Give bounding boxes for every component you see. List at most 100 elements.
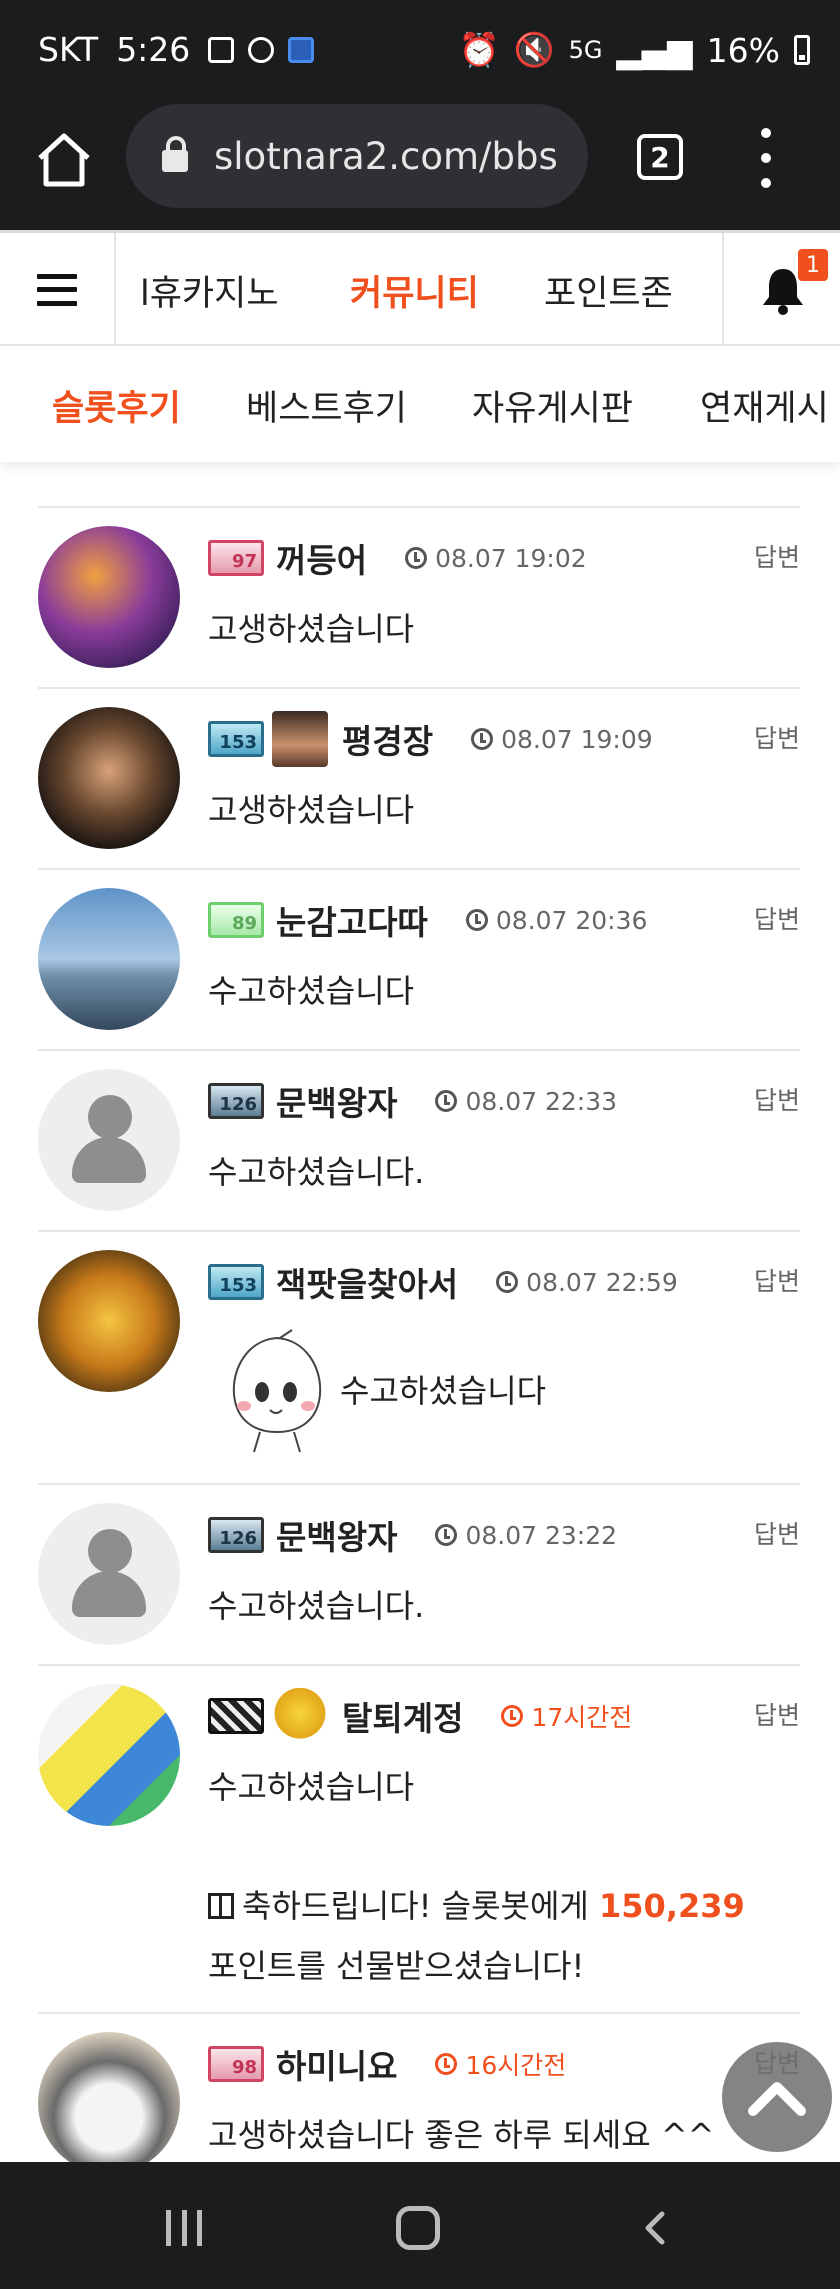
nickname[interactable]: 문백왕자 [276, 1511, 397, 1559]
comment-item: 97 꺼등어 08.07 19:02 답변 고생하셨습니다 [38, 508, 800, 689]
clock-icon [435, 1090, 458, 1112]
home-button-icon[interactable] [396, 2206, 440, 2250]
hamburger-menu-icon[interactable] [0, 233, 116, 346]
timestamp: 16시간전 [465, 2051, 567, 2080]
avatar[interactable] [38, 707, 180, 849]
comment-text: 수고하셨습니다. [208, 1153, 425, 1191]
reply-button[interactable]: 답변 [754, 1081, 800, 1117]
default-avatar-icon[interactable] [38, 1069, 180, 1211]
gift-points: 150,239 [599, 1887, 745, 1925]
notification-badge: 1 [798, 249, 828, 281]
nickname[interactable]: 평경장 [342, 715, 433, 763]
comment-text: 수고하셨습니다 [208, 1768, 415, 1806]
nickname[interactable]: 잭팟을찾아서 [276, 1258, 458, 1306]
comment-item: 탈퇴계정 17시간전 답변 수고하셨습니다 축하드립니다! 슬롯봇에게 150,… [38, 1666, 800, 2014]
notification-icons [208, 36, 315, 63]
nav-items: l휴카지노 커뮤니티 포인트존 [116, 233, 724, 346]
comment-text: 고생하셨습니다 [208, 610, 415, 648]
battery-label: 16% [706, 30, 780, 70]
lock-icon [162, 136, 188, 172]
reply-button[interactable]: 답변 [754, 538, 800, 574]
comment-item: 126 문백왕자 08.07 23:22 답변 수고하셨습니다. [38, 1485, 800, 1666]
timestamp: 08.07 22:59 [526, 1267, 678, 1297]
nickname[interactable]: 눈감고다따 [276, 896, 428, 944]
comment-text: 수고하셨습니다. [208, 1587, 425, 1625]
notification-button[interactable]: 1 [722, 233, 840, 346]
user-icon-image [272, 1688, 328, 1744]
clock-icon [405, 547, 428, 569]
avatar[interactable] [38, 888, 180, 1030]
comment-item: 126 문백왕자 08.07 22:33 답변 수고하셨습니다. [38, 1051, 800, 1232]
reply-button[interactable]: 답변 [754, 1515, 800, 1551]
level-badge: 126 [208, 1517, 264, 1553]
clock-icon [471, 728, 494, 750]
gallery-icon [208, 36, 235, 63]
nav-item-partner-casino[interactable]: l휴카지노 [140, 265, 279, 316]
network-label: 5G [568, 36, 603, 64]
user-icon-image [272, 711, 328, 767]
app-badge-icon [288, 36, 315, 63]
level-badge [208, 1698, 264, 1734]
browser-toolbar: slotnara2.com/bbs 2 [0, 100, 840, 230]
clock-icon [496, 1271, 519, 1293]
url-text: slotnara2.com/bbs [214, 134, 558, 178]
url-bar[interactable]: slotnara2.com/bbs [126, 104, 588, 208]
emoticon-image [232, 1329, 322, 1453]
tab-switcher-button[interactable]: 2 [637, 134, 683, 180]
level-badge: 126 [208, 1083, 264, 1119]
level-badge: 153 [208, 1264, 264, 1300]
battery-icon [794, 35, 810, 65]
nickname[interactable]: 탈퇴계정 [342, 1692, 463, 1740]
system-nav-bar [0, 2162, 840, 2289]
comment-item: 89 눈감고다따 08.07 20:36 답변 수고하셨습니다 [38, 870, 800, 1051]
clock-icon [465, 909, 488, 931]
comment-text: 고생하셨습니다 [208, 791, 415, 829]
chevron-up-icon [748, 2082, 806, 2116]
reply-button[interactable]: 답변 [754, 719, 800, 755]
nickname[interactable]: 꺼등어 [276, 534, 367, 582]
nav-item-community[interactable]: 커뮤니티 [350, 265, 479, 316]
status-bar: SKT 5:26 ⏰ 🔇 5G ▂▄▆ 16% [0, 0, 840, 100]
level-badge: 98 [208, 2046, 264, 2082]
gift-suffix: 포인트를 선물받으셨습니다! [208, 1947, 585, 1985]
nickname[interactable]: 하미니요 [276, 2040, 397, 2088]
avatar[interactable] [38, 526, 180, 668]
clock-icon [435, 1524, 458, 1546]
nav-item-point-zone[interactable]: 포인트존 [544, 265, 673, 316]
comment-text: 고생하셨습니다 좋은 하루 되세요 ^^ [208, 2116, 715, 2154]
gift-icon [208, 1893, 234, 1919]
avatar[interactable] [38, 1684, 180, 1826]
home-icon[interactable] [34, 130, 94, 190]
level-badge: 97 [208, 540, 264, 576]
reply-button[interactable]: 답변 [754, 1262, 800, 1298]
reply-button[interactable]: 답변 [754, 1696, 800, 1732]
avatar[interactable] [38, 1250, 180, 1392]
status-right: ⏰ 🔇 5G ▂▄▆ 16% [458, 30, 810, 70]
reply-button[interactable]: 답변 [754, 900, 800, 936]
comment-text: 수고하셨습니다 [340, 1372, 547, 1410]
tab-best-review[interactable]: 베스트후기 [246, 380, 407, 431]
comment-item: 153 잭팟을찾아서 08.07 22:59 답변 수고하셨습니다 [38, 1232, 800, 1485]
default-avatar-icon[interactable] [38, 1503, 180, 1645]
comment-list: 97 꺼등어 08.07 19:02 답변 고생하셨습니다 153 평경장 08… [38, 506, 800, 2195]
timestamp: 08.07 23:22 [465, 1520, 618, 1550]
scroll-top-button[interactable] [722, 2042, 832, 2152]
board-tabs: 슬롯후기 베스트후기 자유게시판 연재게시 [0, 346, 840, 462]
clock-label: 5:26 [116, 30, 191, 69]
app-notification-icon [248, 36, 275, 63]
gift-prefix: 축하드립니다! 슬롯봇에게 [242, 1887, 589, 1925]
avatar[interactable] [38, 2032, 180, 2174]
comment-text: 수고하셨습니다 [208, 972, 415, 1010]
comment-item: 153 평경장 08.07 19:09 답변 고생하셨습니다 [38, 689, 800, 870]
gift-message: 축하드립니다! 슬롯봇에게 150,239 포인트를 선물받으셨습니다! [208, 1876, 768, 1996]
timestamp: 08.07 19:09 [501, 724, 653, 754]
timestamp: 08.07 19:02 [435, 543, 587, 573]
back-icon[interactable] [638, 2210, 674, 2246]
more-menu-icon[interactable] [756, 128, 776, 188]
signal-icon: ▂▄▆ [616, 30, 693, 70]
nickname[interactable]: 문백왕자 [276, 1077, 397, 1125]
tab-serial-board[interactable]: 연재게시 [700, 380, 829, 431]
recent-apps-icon[interactable] [166, 2210, 202, 2246]
tab-slot-review[interactable]: 슬롯후기 [52, 380, 181, 431]
tab-free-board[interactable]: 자유게시판 [472, 380, 633, 431]
